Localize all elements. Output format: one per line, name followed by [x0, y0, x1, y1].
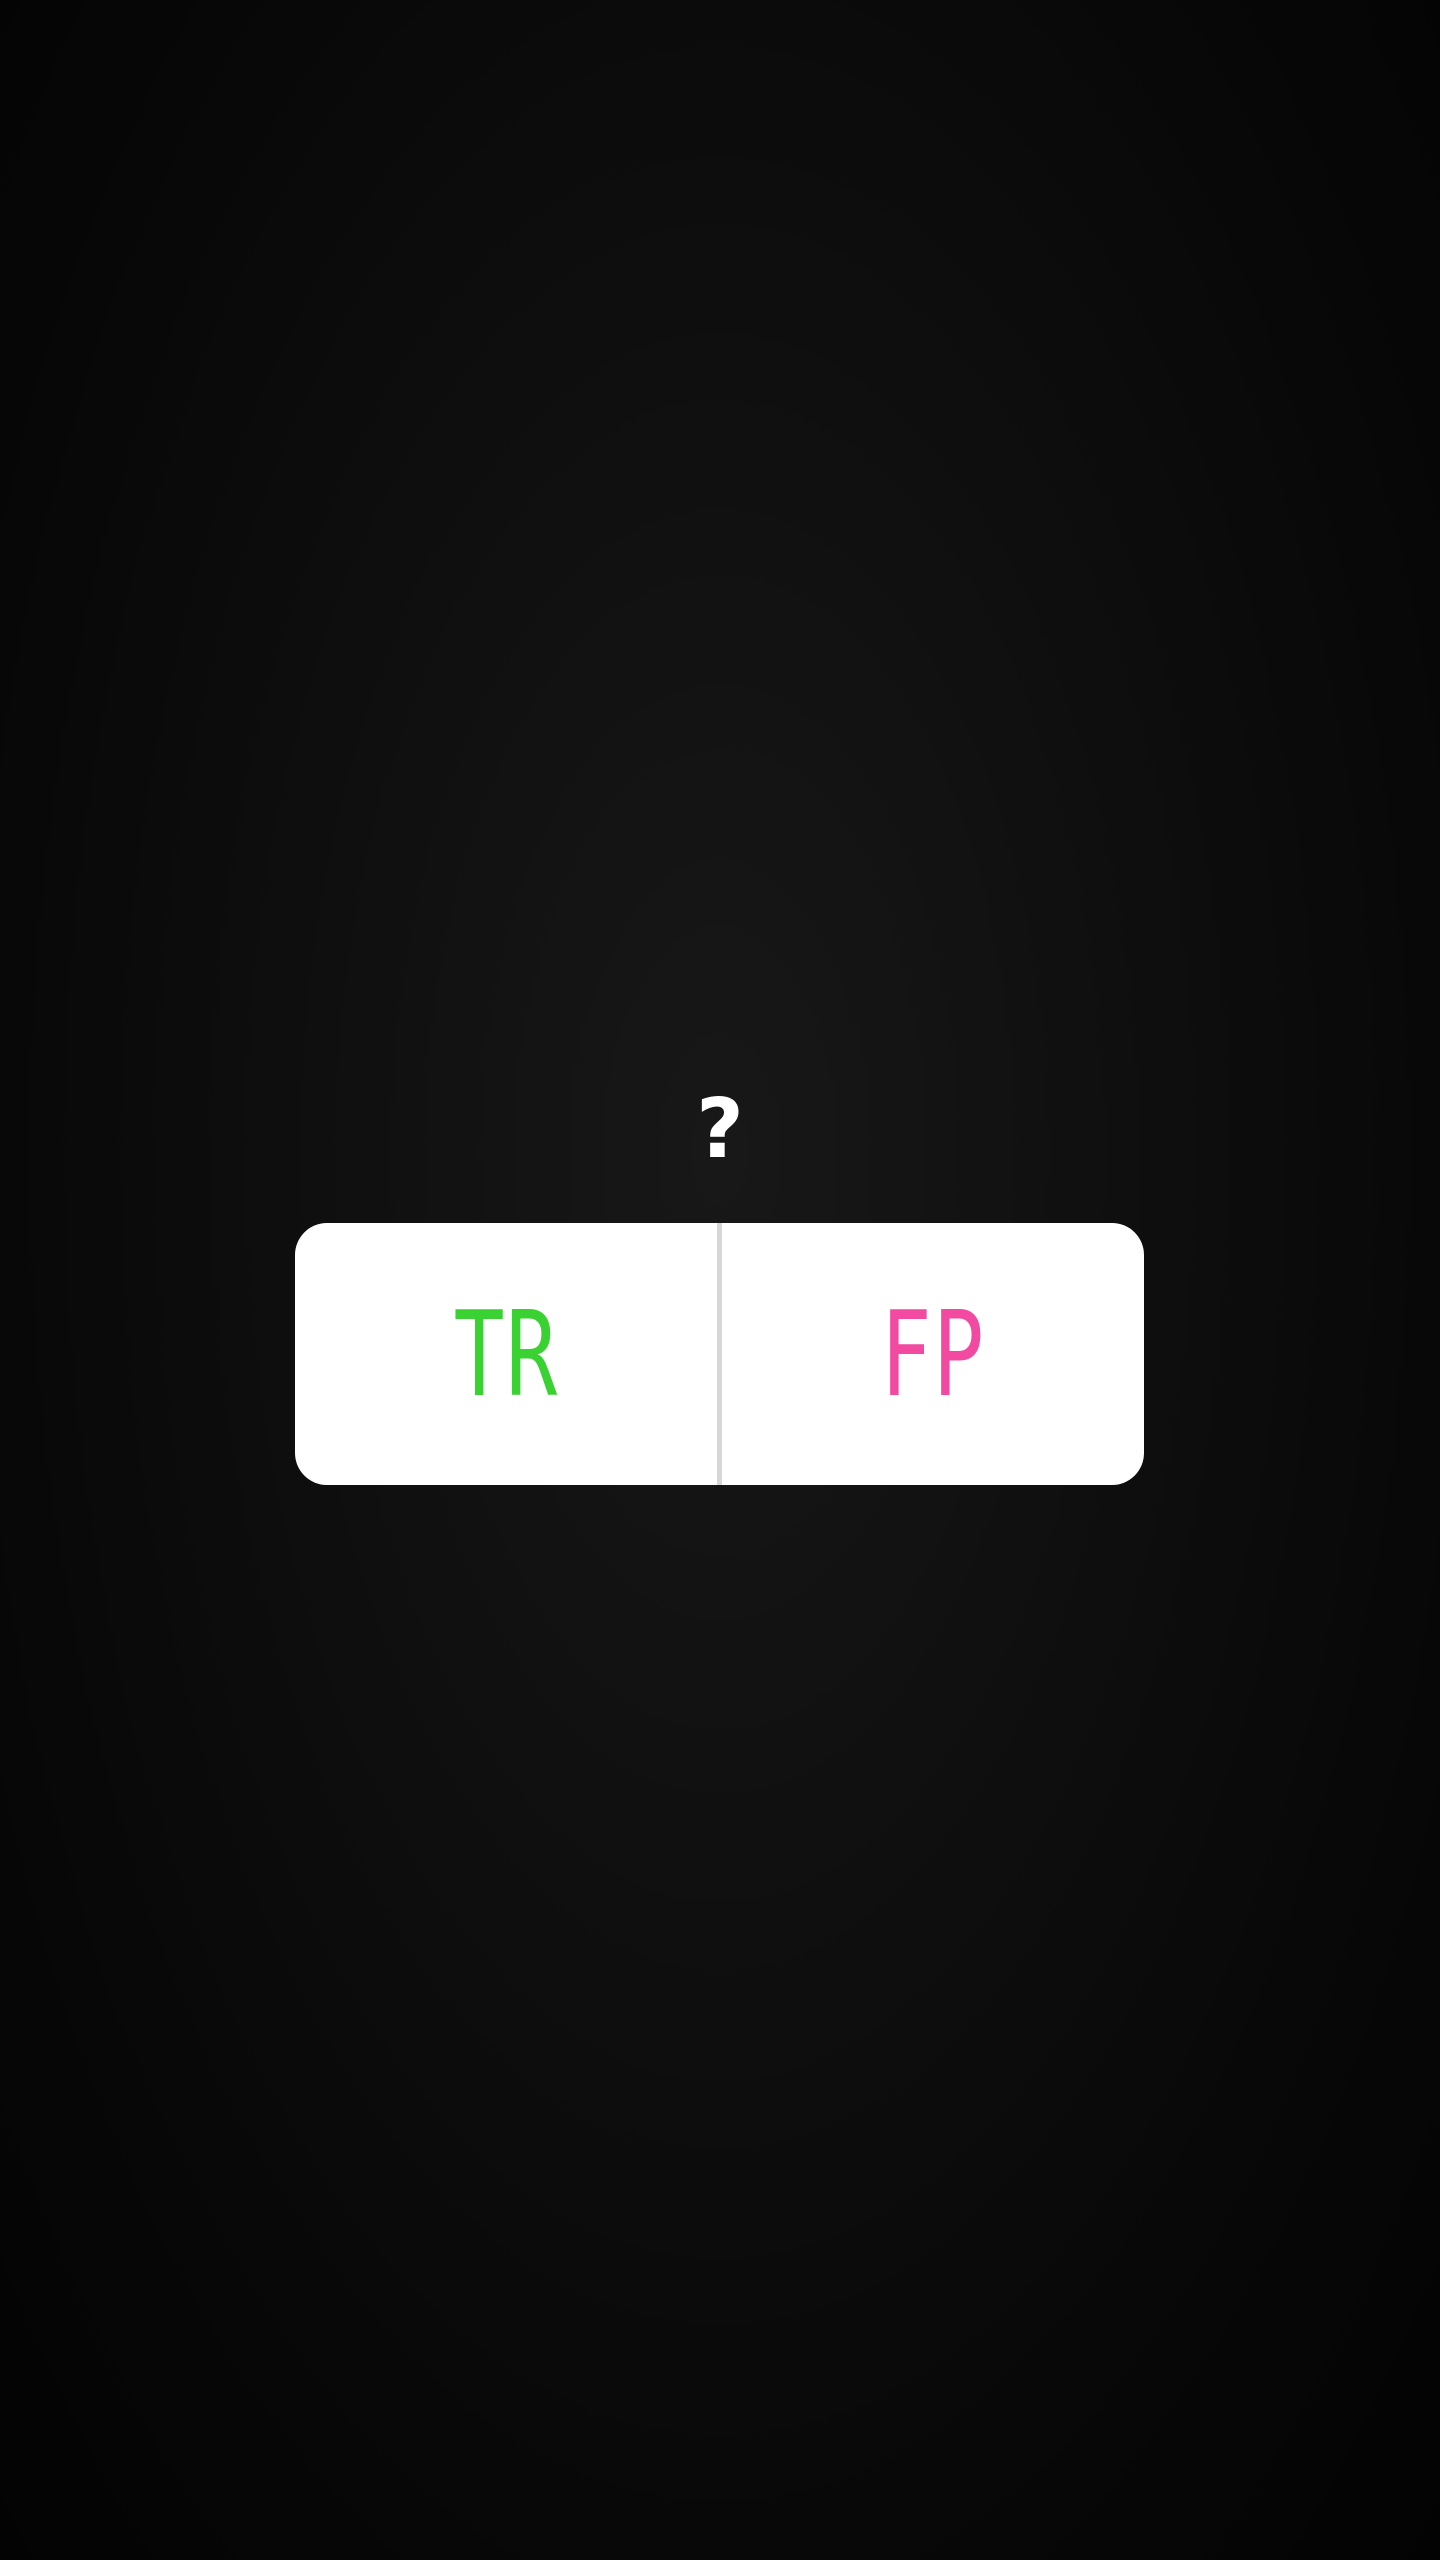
poll-option-left-label: TR — [453, 1285, 559, 1423]
story-screen: ? TR FP — [0, 0, 1440, 2560]
poll-question: ? — [696, 1082, 744, 1177]
poll-option-left[interactable]: TR — [295, 1223, 717, 1485]
poll-option-right-label: FP — [880, 1285, 986, 1423]
poll-option-right[interactable]: FP — [722, 1223, 1144, 1485]
poll-sticker: TR FP — [295, 1223, 1144, 1485]
